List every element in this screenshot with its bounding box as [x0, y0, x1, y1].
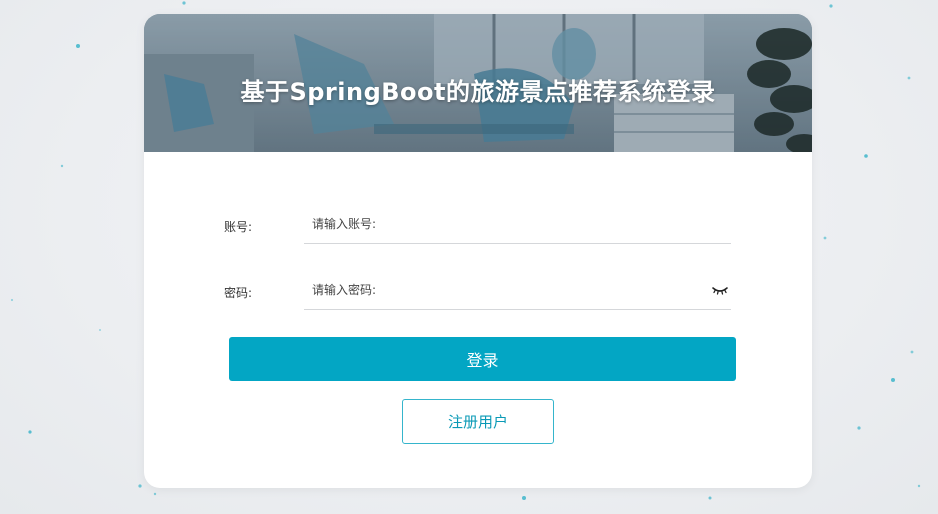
account-row: 账号:	[224, 204, 732, 248]
password-input[interactable]	[304, 270, 731, 310]
account-input[interactable]	[304, 204, 731, 244]
login-card: 基于SpringBoot的旅游景点推荐系统登录 账号: 密码: 登录 注册用户	[144, 14, 812, 488]
page-title: 基于SpringBoot的旅游景点推荐系统登录	[240, 78, 716, 106]
password-label: 密码:	[224, 286, 253, 300]
login-button[interactable]: 登录	[229, 337, 736, 381]
register-button[interactable]: 注册用户	[402, 399, 554, 444]
password-row: 密码:	[224, 270, 732, 314]
account-label: 账号:	[224, 220, 253, 234]
header-banner: 基于SpringBoot的旅游景点推荐系统登录	[144, 14, 812, 152]
eye-closed-icon[interactable]	[710, 282, 730, 298]
